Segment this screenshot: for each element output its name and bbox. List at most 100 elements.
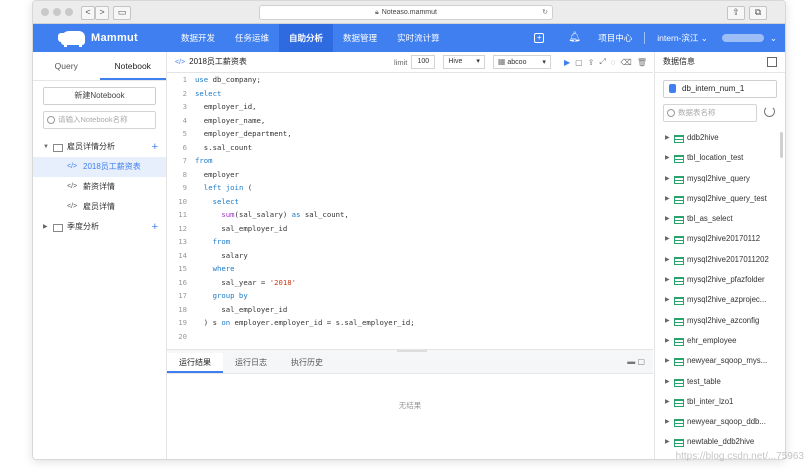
tab-run-result[interactable]: 运行结果 (167, 353, 223, 373)
tab-notebook[interactable]: Notebook (99, 52, 166, 80)
limit-input[interactable]: 100 (411, 55, 436, 69)
caret-right-icon[interactable]: ▶ (665, 270, 670, 290)
caret-right-icon[interactable]: ▶ (665, 372, 670, 392)
menu-item-self-analysis[interactable]: 自助分析 (279, 24, 334, 52)
tab-query[interactable]: Query (33, 52, 100, 80)
tree-file-salary-2018[interactable]: </> 2018员工薪资表 (33, 157, 166, 177)
export-icon[interactable]: ⇪ (588, 58, 595, 67)
table-icon (674, 358, 684, 367)
back-button[interactable]: < (81, 6, 95, 20)
menu-item-data-dev[interactable]: 数据开发 (171, 24, 225, 52)
notebook-search-input[interactable]: 请输入Notebook名称 (43, 111, 156, 129)
tree-folder-employee-analysis[interactable]: ▼ 雇员详情分析 + (33, 137, 166, 157)
code-editor[interactable]: 1 use db_company; 2 select 3 employer_id, … (167, 73, 653, 345)
engine-value: Hive (448, 58, 463, 65)
caret-right-icon[interactable]: ▶ (665, 290, 670, 310)
table-item[interactable]: ▶ mysql2hive_azconfig (655, 311, 785, 331)
url-text: Noteaso.mammut (381, 9, 437, 16)
tab-run-log[interactable]: 运行日志 (223, 353, 279, 373)
close-window-icon[interactable] (41, 8, 49, 16)
code-line: 3 employer_id, (167, 100, 653, 114)
caret-right-icon[interactable]: ▶ (665, 392, 670, 412)
table-item[interactable]: ▶ tbl_as_select (655, 209, 785, 229)
caret-right-icon[interactable]: ▶ (665, 128, 670, 148)
project-center-link[interactable]: 项目中心 (598, 32, 632, 44)
user-chevron-down-icon[interactable]: ⌄ (770, 33, 777, 44)
engine-select[interactable]: Hive ▾ (443, 55, 485, 69)
table-item[interactable]: ▶ tbl_location_test (655, 148, 785, 168)
table-item[interactable]: ▶ mysql2hive_azprojec... (655, 290, 785, 310)
run-icon[interactable]: ▶ (564, 58, 570, 67)
minimize-panel-icon[interactable]: ▬ (627, 357, 635, 366)
forward-button[interactable]: > (95, 6, 109, 20)
caret-right-icon[interactable]: ▶ (665, 351, 670, 371)
table-item[interactable]: ▶ tbl_inter_lzo1 (655, 392, 785, 412)
clear-icon[interactable]: ⌫ (621, 58, 632, 67)
table-item[interactable]: ▶ newyear_sqoop_mys... (655, 351, 785, 371)
table-item[interactable]: ▶ mysql2hive_query (655, 169, 785, 189)
table-list-scrollbar[interactable] (780, 132, 783, 158)
caret-right-icon[interactable]: ▶ (665, 331, 670, 351)
tab-exec-history[interactable]: 执行历史 (279, 353, 335, 373)
menu-item-task-ops[interactable]: 任务运维 (225, 24, 279, 52)
splitter-grip[interactable] (397, 350, 427, 352)
caret-right-icon[interactable]: ▶ (665, 169, 670, 189)
maximize-window-icon[interactable] (65, 8, 73, 16)
table-item[interactable]: ▶ mysql2hive_pfazfolder (655, 270, 785, 290)
table-name: tbl_location_test (687, 153, 744, 163)
table-item[interactable]: ▶ newtable_ddb2hive (655, 432, 785, 452)
sidebar-toggle-icon[interactable]: ▭ (113, 6, 131, 20)
address-bar[interactable]: 🔒︎ Noteaso.mammut ↻ (259, 5, 553, 20)
save-icon[interactable]: ▢ (575, 58, 583, 67)
delete-icon[interactable]: 🗑︎ (637, 58, 647, 67)
main-menu: 数据开发 任务运维 自助分析 数据管理 实时流计算 (171, 24, 450, 52)
add-square-icon[interactable]: + (534, 33, 545, 43)
tree-file-employee-details[interactable]: </> 雇员详情 (33, 197, 166, 217)
project-selector[interactable]: intern-滨江 ⌄ (657, 32, 708, 44)
collapse-panel-icon[interactable] (767, 57, 777, 67)
share-icon[interactable]: ⇧ (727, 6, 745, 20)
refresh-icon[interactable] (764, 106, 775, 117)
tree-folder-quarterly[interactable]: ▶ 季度分析 + (33, 217, 166, 237)
format-icon[interactable]: ⤢ (599, 57, 605, 67)
caret-down-icon[interactable]: ▼ (43, 137, 49, 157)
line-number: 12 (178, 223, 187, 233)
code-line: 14 salary (167, 249, 653, 263)
caret-right-icon[interactable]: ▶ (665, 209, 670, 229)
tabs-icon[interactable]: ⧉ (749, 6, 767, 20)
table-item[interactable]: ▶ mysql2hive20170112 (655, 229, 785, 249)
tree-file-salary-details[interactable]: </> 薪资详情 (33, 177, 166, 197)
caret-right-icon[interactable]: ▶ (665, 311, 670, 331)
menu-item-stream[interactable]: 实时流计算 (387, 24, 450, 52)
table-item[interactable]: ▶ test_table (655, 372, 785, 392)
caret-right-icon[interactable]: ▶ (665, 229, 670, 249)
table-search-input[interactable]: 数据表名称 (663, 104, 757, 122)
caret-right-icon[interactable]: ▶ (665, 250, 670, 270)
table-item[interactable]: ▶ newyear_sqoop_ddb... (655, 412, 785, 432)
table-item[interactable]: ▶ mysql2hive_query_test (655, 189, 785, 209)
menu-item-data-manage[interactable]: 数据管理 (333, 24, 387, 52)
lightbulb-icon[interactable]: ◌ (611, 58, 616, 67)
code-line: 6 s.sal_count (167, 141, 653, 155)
table-item[interactable]: ▶ mysql2hive2017011202 (655, 250, 785, 270)
caret-right-icon[interactable]: ▶ (665, 412, 670, 432)
caret-right-icon[interactable]: ▶ (665, 432, 670, 452)
line-number: 10 (178, 196, 187, 206)
minimize-window-icon[interactable] (53, 8, 61, 16)
browser-chrome: < > ▭ 🔒︎ Noteaso.mammut ↻ ⇧ ⧉ (33, 1, 785, 24)
new-notebook-button[interactable]: 新建Notebook (43, 87, 156, 105)
app-logo[interactable]: Mammut (58, 30, 138, 47)
caret-right-icon[interactable]: ▶ (665, 148, 670, 168)
table-item[interactable]: ▶ ehr_employee (655, 331, 785, 351)
caret-right-icon[interactable]: ▶ (665, 189, 670, 209)
add-icon[interactable]: + (152, 137, 158, 157)
database-select[interactable]: db_intern_num_1 (663, 80, 777, 98)
queue-select[interactable]: ▦ abcoo ▾ (492, 55, 551, 69)
reload-icon[interactable]: ↻ (542, 6, 548, 19)
bell-icon[interactable]: 🔔︎ (568, 33, 581, 43)
table-item[interactable]: ▶ ddb2hive (655, 128, 785, 148)
caret-right-icon[interactable]: ▶ (43, 217, 48, 237)
maximize-panel-icon[interactable]: ▢ (637, 357, 645, 366)
user-avatar[interactable] (721, 34, 764, 42)
add-icon[interactable]: + (152, 217, 158, 237)
